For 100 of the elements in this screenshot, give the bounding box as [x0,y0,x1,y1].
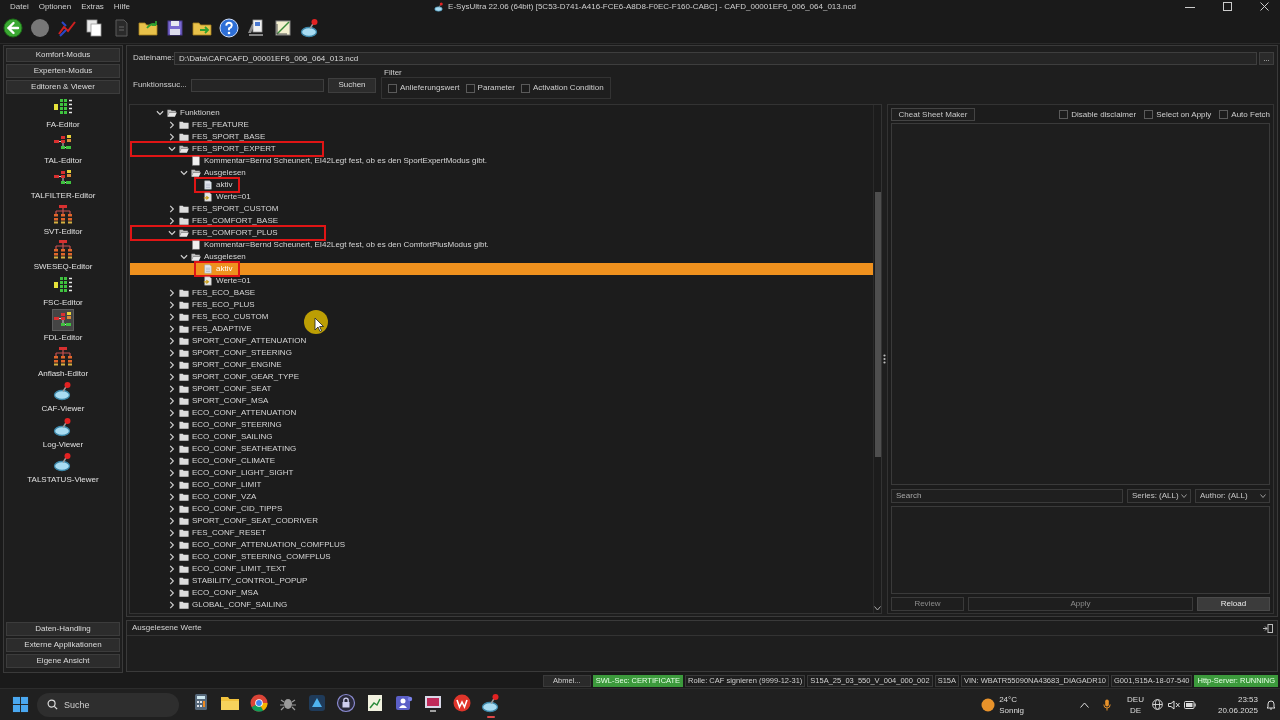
maximize-icon[interactable] [1223,2,1232,11]
tree-item[interactable]: ECO_CONF_SEATHEATING [192,443,297,455]
tree-item[interactable]: SPORT_CONF_STEERING [192,347,292,359]
search-field[interactable]: Search [891,489,1123,503]
dropdown[interactable]: Author: (ALL) [1195,489,1270,503]
tree-item[interactable]: ECO_CONF_MSA [192,587,259,599]
documents-icon[interactable] [246,18,266,38]
sidebar-item[interactable]: SWESEQ-Editor [33,262,93,272]
tree-item[interactable]: FES_ECO_PLUS [192,299,255,311]
sidebar-item[interactable]: TAL-Editor [44,155,82,166]
tab-button[interactable]: Cheat Sheet Maker [891,108,975,121]
chevron-right-icon[interactable] [168,601,176,609]
panel-arrow-icon[interactable] [1263,623,1273,633]
tree-item[interactable]: FES_ADAPTIVE [192,323,252,335]
chevron-right-icon[interactable] [168,409,176,417]
hierarchy-icon[interactable] [53,239,73,259]
bar-grid-icon[interactable] [53,97,73,117]
tree-item[interactable]: STABILITY_CONTROL_POPUP [192,575,308,587]
browse-button[interactable]: ... [1259,51,1274,65]
back-icon[interactable] [3,18,23,38]
sidebar-item[interactable]: Anflash-Editor [37,368,89,379]
clock-time[interactable]: 23:53 [1237,693,1258,705]
tree-item[interactable]: ECO_CONF_LIMIT_TEXT [192,563,287,575]
section-button[interactable]: Komfort-Modus [6,48,120,62]
tree-item[interactable]: FES_SPORT_CUSTOM [192,203,279,215]
chevron-right-icon[interactable] [168,493,176,501]
section-button[interactable]: Externe Applikationen [6,638,120,652]
chevron-right-icon[interactable] [168,529,176,537]
tree-item[interactable]: aktiv [216,179,233,191]
chevron-down-icon[interactable] [180,169,188,177]
tree-item[interactable]: SPORT_CONF_SEAT_CODRIVER [192,515,318,527]
checkbox[interactable] [465,83,475,93]
tree-item[interactable]: Kommentar=Bernd Scheunert, EI42Legt fest, ob es den ComfortPlusModus gibt. [204,239,489,251]
tree-item[interactable]: GLOBAL_CONF_SAILING [192,599,288,611]
tree-item[interactable]: Werte=01 [216,275,251,287]
tree-item[interactable]: ECO_CONF_ATTENUATION [192,407,297,419]
search-field[interactable] [191,78,324,92]
chevron-right-icon[interactable] [168,457,176,465]
chevron-right-icon[interactable] [168,373,176,381]
globe-icon[interactable] [1151,699,1163,710]
tree-item[interactable]: Ausgelesen [204,251,246,263]
checkbox[interactable] [388,83,397,93]
chart-icon[interactable] [273,18,293,38]
tree-item[interactable]: ECO_CONF_CID_TIPPS [192,503,283,515]
sidebar-item[interactable]: CAF-Viewer [41,404,85,414]
action-button[interactable]: Reload [1197,597,1270,611]
start-icon[interactable] [12,696,29,713]
menu-item[interactable]: Optionen [38,1,72,12]
save-icon[interactable] [165,18,185,38]
chevron-right-icon[interactable] [168,205,176,213]
speaker-muted-icon[interactable] [1167,699,1180,710]
lens-icon[interactable] [480,691,501,718]
tree-item[interactable]: ECO_CONF_LIMIT [192,479,262,491]
chevron-down-icon[interactable] [874,606,881,611]
chevron-right-icon[interactable] [168,361,176,369]
checkbox[interactable] [1144,110,1154,119]
tree-item[interactable]: FES_SPORT_EXPERT [192,143,276,155]
chevron-right-icon[interactable] [168,481,176,489]
language-code[interactable]: DEU [1127,693,1144,705]
chevron-down-icon[interactable] [180,253,188,261]
sidebar-item[interactable]: FSC-Editor [43,297,83,308]
tree-item[interactable]: FES_FEATURE [192,119,249,131]
chevron-right-icon[interactable] [168,217,176,225]
close-icon[interactable] [1260,2,1269,11]
chevron-right-icon[interactable] [168,589,176,597]
chevron-right-icon[interactable] [168,133,176,141]
checkbox[interactable] [520,83,530,93]
disc-icon[interactable] [30,18,50,38]
block-diagram-icon[interactable] [53,310,73,330]
section-button[interactable]: Daten-Handling [6,622,120,636]
file-path-field[interactable]: D:\Data\CAF\CAFD_00001EF6_006_064_013.ncd [174,51,1257,65]
clock-date[interactable]: 20.06.2025 [1217,704,1258,716]
tree-item[interactable]: Ausgelesen [204,167,246,179]
tree-item[interactable]: SPORT_CONF_GEAR_TYPE [192,371,299,383]
chevron-right-icon[interactable] [168,433,176,441]
hierarchy-icon[interactable] [53,345,73,366]
tree-item[interactable]: FES_ECO_BASE [192,287,256,299]
copy-icon[interactable] [84,18,104,38]
chevron-right-icon[interactable] [168,505,176,513]
chevron-down-icon[interactable] [168,145,176,153]
tree-item[interactable]: Funktionen [180,107,220,119]
chevron-right-icon[interactable] [168,577,176,585]
section-button[interactable]: Eigene Ansicht [6,654,120,668]
chevron-right-icon[interactable] [168,385,176,393]
tree-item[interactable]: FES_ECO_CUSTOM [192,311,269,323]
checkbox[interactable] [1219,110,1229,119]
help-icon[interactable] [219,18,239,38]
chevron-right-icon[interactable] [168,469,176,477]
microphone-icon[interactable] [1103,698,1112,711]
tree-item[interactable]: ECO_CONF_STEERING [192,419,282,431]
bell-icon[interactable] [1266,699,1276,710]
chevron-right-icon[interactable] [168,517,176,525]
chevron-down-icon[interactable] [168,229,176,237]
menu-item[interactable]: Hilfe [113,1,130,12]
lens-icon[interactable] [53,452,73,472]
sidebar-item[interactable]: Log-Viewer [42,439,84,450]
folder-arrow-icon[interactable] [138,18,158,38]
chevron-down-icon[interactable] [156,109,164,117]
chevron-right-icon[interactable] [168,313,176,321]
lens-icon[interactable] [53,416,73,437]
